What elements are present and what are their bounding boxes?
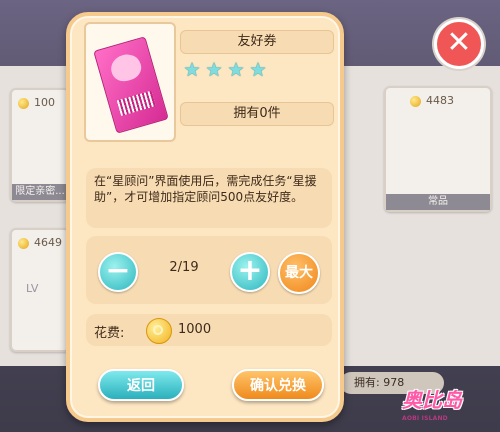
bg-shop-card: 4483 常品 (384, 86, 492, 212)
item-owned-count: 拥有0件 (180, 102, 334, 126)
cost-label: 花费: (94, 326, 125, 341)
cost-row: 花费: 1000 (86, 314, 332, 346)
bg-card-value: 4649 (34, 236, 62, 249)
star-icon: ★ (249, 59, 267, 81)
close-icon[interactable]: ✕ (434, 19, 484, 69)
bg-card-label: 常品 (386, 194, 490, 210)
logo-subtitle: AOBI ISLAND (402, 415, 448, 422)
increase-button[interactable]: + (230, 252, 270, 292)
coin-icon (18, 98, 29, 109)
coin-icon (146, 318, 172, 344)
item-thumbnail (84, 22, 176, 142)
ticket-icon (93, 36, 169, 134)
bg-card-value: 4483 (426, 94, 454, 107)
max-button[interactable]: 最大 (278, 252, 320, 294)
game-logo: 奥比岛 AOBI ISLAND (402, 384, 498, 430)
item-rating: ★ ★ ★ ★ (182, 60, 268, 82)
back-button[interactable]: 返回 (98, 369, 184, 401)
quantity-stepper: − 2/19 + 最大 (86, 236, 332, 304)
star-icon: ★ (227, 59, 245, 81)
bg-card-lock-label: LV (26, 282, 39, 295)
item-name: 友好券 (180, 30, 334, 54)
bg-shop-card: 100 限定亲密... (10, 88, 70, 202)
bg-card-value: 100 (34, 96, 55, 109)
bg-card-label: 限定亲密... (12, 184, 68, 200)
item-description: 在“星顾问”界面使用后，需完成任务“星援助”，才可增加指定顾问500点友好度。 (86, 168, 332, 228)
star-icon: ★ (183, 59, 201, 81)
coin-icon (18, 238, 29, 249)
coin-icon (410, 96, 421, 107)
cost-value: 1000 (178, 322, 212, 337)
logo-title: 奥比岛 (402, 388, 462, 412)
decrease-button[interactable]: − (98, 252, 138, 292)
confirm-exchange-button[interactable]: 确认兑换 (232, 369, 324, 401)
star-icon: ★ (205, 59, 223, 81)
bg-shop-card: 4649 LV (10, 228, 70, 352)
quantity-value: 2/19 (169, 260, 199, 275)
